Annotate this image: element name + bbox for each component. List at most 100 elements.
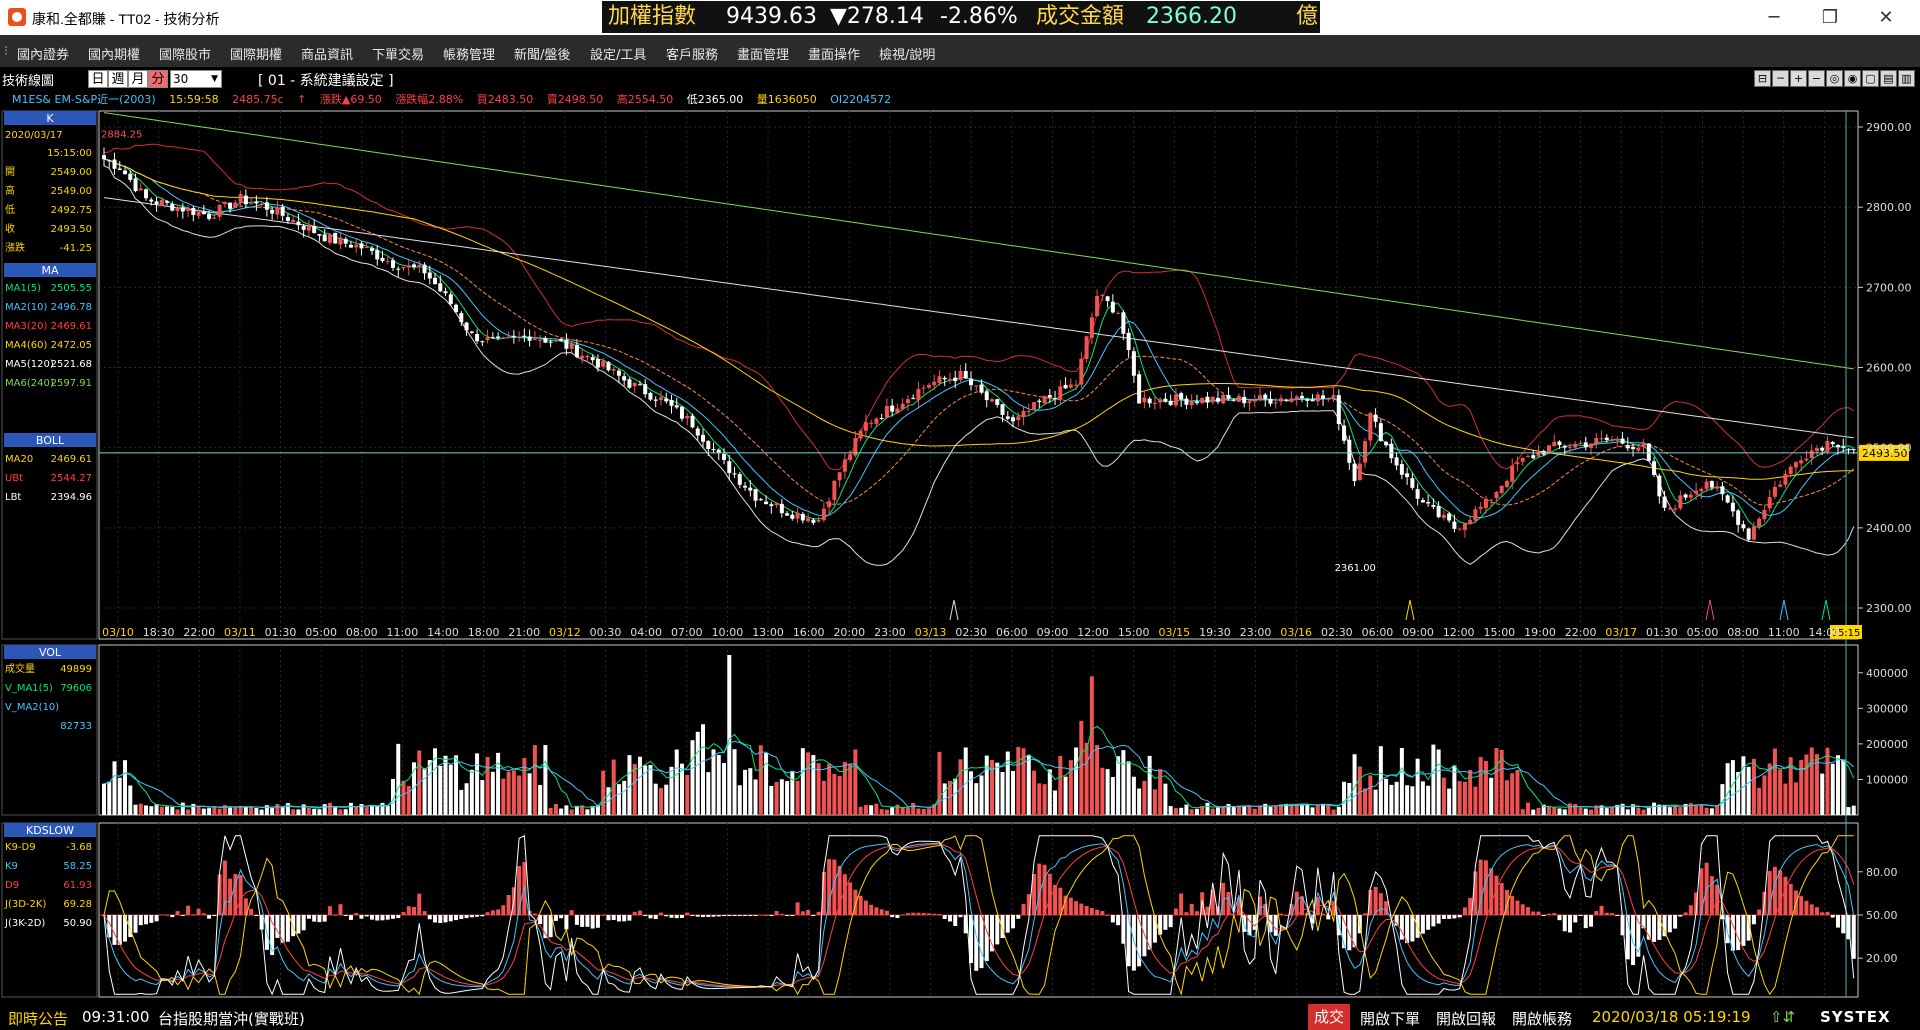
volume-bar [1053,790,1058,815]
menu-item[interactable]: 設定/工具 [590,44,646,63]
ma240-line [103,112,1854,370]
toolbar-button[interactable]: ◉ [1844,70,1861,87]
kd-diff-bar [637,910,642,915]
menu-item[interactable]: 商品資訊 [301,44,353,63]
period-select[interactable]: 30 ▼ [170,70,222,88]
time-tick-label: 12:00 [1443,626,1475,639]
candle-body [737,474,742,485]
legend-value: 2469.61 [51,321,92,332]
candle-body [648,392,653,400]
time-tick-label: 12:00 [1077,626,1109,639]
candle-body [506,336,511,338]
toolbar-button[interactable]: ⊟ [1754,70,1771,87]
candle-body [937,376,942,383]
volume-bar [459,789,464,815]
menu-item[interactable]: 新聞/盤後 [514,44,570,63]
volume-bar [1179,807,1184,815]
toolbar-button[interactable]: ▢ [1862,70,1879,87]
volume-bar [1399,747,1404,815]
period-month-button[interactable]: 月 [128,70,148,88]
candle-body [175,207,180,211]
candle-body [1457,528,1462,530]
candle-body [490,337,495,339]
candle-body [1247,401,1252,404]
candle-body [669,399,674,406]
quote-arrow: ↑ [297,93,307,106]
volume-bar [107,781,112,815]
candle-body [375,250,380,260]
menu-item[interactable]: 下單交易 [372,44,424,63]
candle-body [1384,441,1389,446]
menu-item[interactable]: 客戶服務 [666,44,718,63]
setting-selector[interactable]: [ 01 - 系統建議設定 ] [258,70,394,90]
menu-item[interactable]: 國內證券 [17,44,69,63]
volume-bar [1415,758,1420,815]
time-tick-label: 11:00 [1768,626,1800,639]
kd-diff-bar [501,905,506,915]
candle-body [1289,398,1294,402]
toolbar-button[interactable]: ▥ [1898,70,1915,87]
kd-diff-bar [490,910,495,915]
menu-item[interactable]: 帳務管理 [443,44,495,63]
volume-bar [1410,786,1415,815]
menu-item[interactable]: 畫面管理 [737,44,789,63]
boll-upper-line [103,143,1854,471]
kd-diff-bar [1152,915,1157,943]
restore-button[interactable]: ❐ [1802,0,1858,35]
kd-diff-bar [1095,909,1100,915]
volume-bar [837,776,842,815]
volume-bar [1336,806,1341,815]
toolbar-button[interactable]: ▤ [1880,70,1897,87]
menu-item[interactable]: 國際股市 [159,44,211,63]
period-minute-button[interactable]: 分 [148,70,168,88]
time-tick-label: 01:30 [265,626,297,639]
menu-item[interactable]: 國際期權 [230,44,282,63]
candle-body [1205,396,1210,403]
technical-chart[interactable]: K 2020/03/17 15:15:00 開 2549.00 高 2549.00 低 2492… [0,107,1920,1002]
kd-diff-bar [291,915,296,937]
candle-body [1263,394,1268,399]
ma10-line [103,158,1854,519]
volume-bar [1215,807,1220,815]
open-order-button[interactable]: 開啟下單 [1360,1008,1420,1029]
volume-bar [1546,806,1551,815]
menu-item[interactable]: 檢視/說明 [879,44,935,63]
menu-item[interactable]: 國內期權 [88,44,140,63]
kd-diff-bar [1441,915,1446,919]
toolbar-button[interactable]: ─ [1772,70,1789,87]
kd-diff-bar [942,915,947,919]
legend-value: 2549.00 [51,167,92,178]
period-week-button[interactable]: 週 [108,70,128,88]
candle-body [1704,481,1709,489]
menu-item[interactable]: 畫面操作 [808,44,860,63]
quote-oi: OI2204572 [830,93,892,106]
volume-bar [653,783,658,815]
open-report-button[interactable]: 開啟回報 [1436,1008,1496,1029]
legend-label: 2020/03/17 [5,130,63,141]
kd-diff-bar [874,907,879,915]
candle-body [858,430,863,439]
volume-bar [1536,807,1541,815]
candle-body [149,199,154,202]
legend-value: 2472.05 [51,340,92,351]
close-button[interactable]: ✕ [1858,0,1914,35]
volume-bar [301,804,306,815]
candle-body [1021,410,1026,418]
announce-headline[interactable]: 台指股期當沖(實戰班) [158,1008,305,1029]
announce-label[interactable]: 即時公告 [8,1008,68,1029]
volume-bar [1473,786,1478,815]
volume-bar [548,808,553,815]
minimize-button[interactable]: ─ [1746,0,1802,35]
candle-body [974,385,979,387]
kd-diff-bar [306,915,311,919]
legend-label: D9 [5,880,19,891]
candle-body [354,244,359,248]
candle-body [1772,486,1777,497]
open-account-button[interactable]: 開啟帳務 [1512,1008,1572,1029]
toolbar-button[interactable]: ◎ [1826,70,1843,87]
period-day-button[interactable]: 日 [88,70,108,88]
volume-bar [1436,749,1441,815]
toolbar-button[interactable]: + [1790,70,1807,87]
candle-body [632,382,637,387]
toolbar-button[interactable]: − [1808,70,1825,87]
